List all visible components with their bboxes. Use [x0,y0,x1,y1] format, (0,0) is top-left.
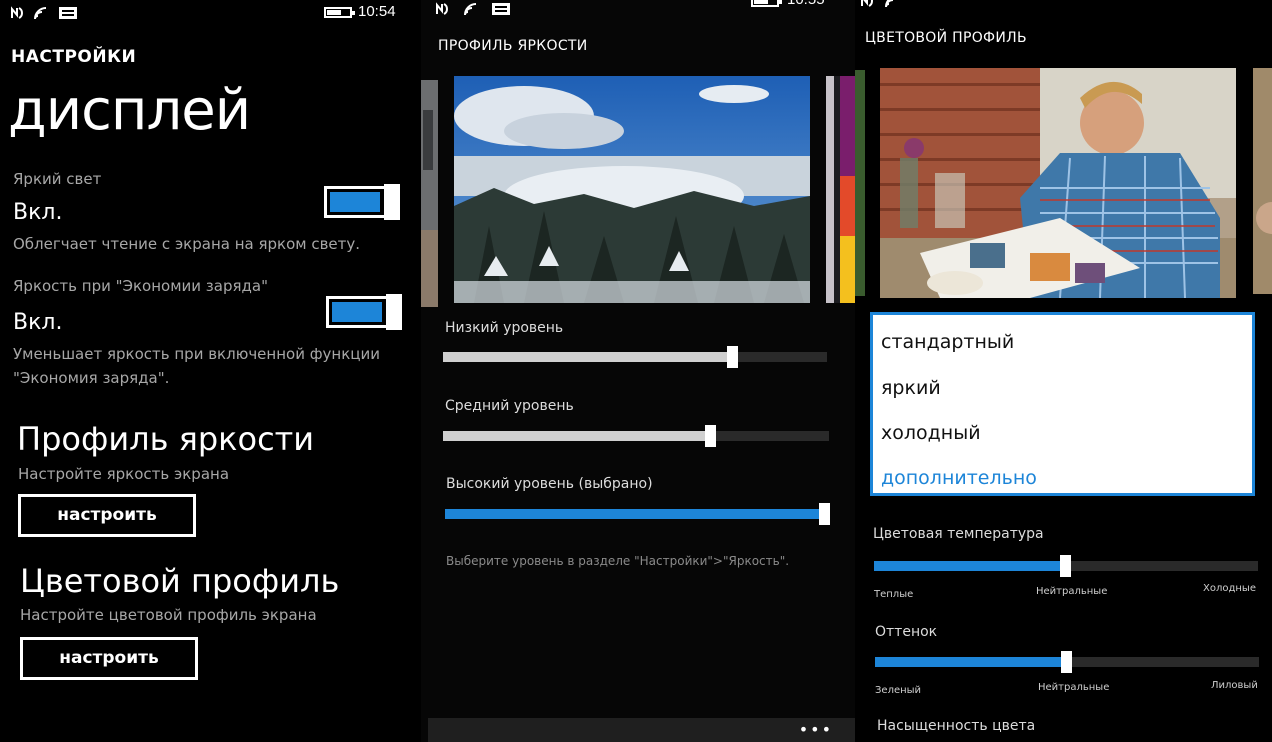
slider-fill [445,509,829,519]
brightness-hint: Выберите уровень в разделе "Настройки">"… [446,554,790,568]
tint-label: Оттенок [875,624,938,640]
option-standard[interactable]: стандартный [881,331,1014,353]
slider-label-high: Высокий уровень (выбрано) [446,476,653,492]
slider-high[interactable] [445,503,830,525]
nfc-icon [860,0,876,11]
temperature-min-label: Теплые [874,589,914,600]
previous-photo-preview[interactable] [421,80,438,307]
previous-photo-preview[interactable] [855,70,865,296]
tint-max-label: Лиловый [1211,680,1258,691]
option-cool[interactable]: холодный [881,422,981,444]
brightness-profile-heading: Профиль яркости [17,420,315,458]
battery-saver-toggle[interactable] [326,294,402,330]
battery-saver-label: Яркость при "Экономии заряда" [13,277,268,295]
bright-light-description: Облегчает чтение с экрана на ярком свету… [13,235,361,253]
message-icon [491,2,511,19]
battery-saver-description-line: Уменьшает яркость при включенной функции [13,345,380,363]
bright-light-value: Вкл. [13,200,63,225]
tint-slider[interactable] [875,651,1259,673]
brightness-profile-subtitle: Настройте яркость экрана [18,465,230,483]
next-photo-preview[interactable] [826,76,855,303]
battery-saver-value: Вкл. [13,310,63,335]
toggle-fill [330,192,380,212]
battery-saver-description-line: "Экономия заряда". [13,369,170,387]
man-reading-magazine-photo [880,68,1236,298]
status-bar [855,0,1272,26]
tint-mid-label: Нейтральные [1038,682,1110,693]
page-title: дисплей [8,78,251,143]
slider-label-low: Низкий уровень [445,320,564,336]
slider-label-medium: Средний уровень [445,398,574,414]
color-header: ЦВЕТОВОЙ ПРОФИЛЬ [865,30,1027,46]
saturation-label: Насыщенность цвета [877,718,1036,734]
clock: 10:54 [358,3,396,20]
app-title: НАСТРОЙКИ [11,47,137,67]
temperature-mid-label: Нейтральные [1036,586,1108,597]
app-bar: ••• [428,718,855,742]
toggle-knob [384,184,400,220]
color-configure-button[interactable]: настроить [20,637,198,680]
temperature-max-label: Холодные [1203,583,1256,594]
status-bar: 10:54 [0,0,421,26]
slider-thumb[interactable] [727,346,738,368]
brightness-configure-button[interactable]: настроить [18,494,196,537]
color-profile-panel: ЦВЕТОВОЙ ПРОФИЛЬ стандартный яркий холод… [855,0,1272,742]
bright-light-toggle[interactable] [324,184,400,220]
battery-icon [324,7,355,18]
slider-thumb[interactable] [705,425,716,447]
slider-fill [874,561,1066,571]
temperature-label: Цветовая температура [873,526,1044,542]
slider-medium[interactable] [443,425,829,447]
signal-icon [33,6,49,23]
brightness-header: ПРОФИЛЬ ЯРКОСТИ [438,38,588,54]
slider-fill [443,352,731,362]
signal-icon [884,0,900,11]
slider-low[interactable] [443,346,827,368]
slider-thumb[interactable] [1061,651,1072,673]
display-settings-panel: 10:54 НАСТРОЙКИ дисплей Яркий свет Вкл. … [0,0,421,742]
signal-icon [463,2,479,19]
mountain-landscape-photo [454,76,810,303]
brightness-profile-panel: 10:55 ПРОФИЛЬ ЯРКОСТИ Низкий у [421,0,855,742]
color-profile-heading: Цветовой профиль [20,562,340,600]
temperature-slider[interactable] [874,555,1258,577]
slider-thumb[interactable] [819,503,830,525]
toggle-knob [386,294,402,330]
bright-light-label: Яркий свет [13,170,102,188]
status-bar: 10:55 [421,0,855,26]
clock: 10:55 [787,0,825,8]
message-icon [58,6,78,23]
color-profile-subtitle: Настройте цветовой профиль экрана [20,606,317,624]
nfc-icon [435,2,451,19]
battery-icon [751,0,782,7]
next-photo-preview[interactable] [1253,68,1272,294]
slider-fill [443,431,710,441]
tint-min-label: Зеленый [875,685,922,696]
slider-fill [875,657,1067,667]
nfc-icon [10,6,26,23]
color-profile-list[interactable]: стандартный яркий холодный дополнительно [870,312,1255,496]
option-advanced[interactable]: дополнительно [881,467,1037,489]
option-vivid[interactable]: яркий [881,377,941,399]
toggle-fill [332,302,382,322]
more-options-button[interactable]: ••• [799,720,833,739]
battery-saver-description: Уменьшает яркость при включенной функции… [13,342,393,390]
slider-thumb[interactable] [1060,555,1071,577]
